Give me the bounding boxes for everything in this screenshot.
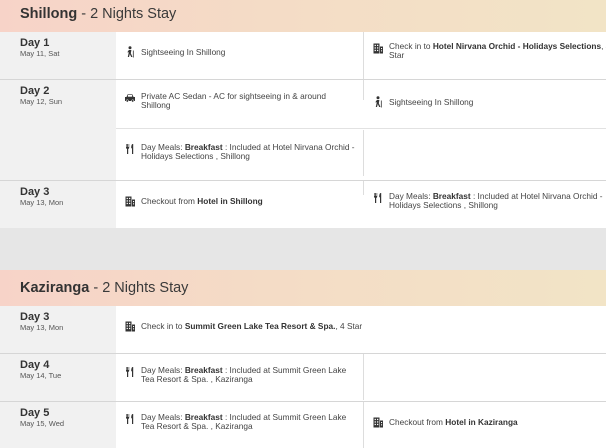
column-divider <box>363 354 364 400</box>
section-stay-duration: - 2 Nights Stay <box>93 280 189 296</box>
day-number: Day 5 <box>20 407 50 419</box>
column-divider <box>363 181 364 195</box>
day-number: Day 3 <box>20 311 50 323</box>
column-divider <box>363 32 364 79</box>
day-row: Day 4 May 14, Tue Day Meals: Breakfast :… <box>0 354 606 401</box>
day-row: Day 5 May 15, Wed Day Meals: Breakfast :… <box>0 402 606 448</box>
day-row: Day 1 May 11, Sat Sightseeing In Shillon… <box>0 32 606 79</box>
fork-knife-icon <box>126 414 134 424</box>
day-number: Day 2 <box>20 85 50 97</box>
section-spacer <box>0 228 606 274</box>
day-label-cell: Day 2 May 12, Sun <box>0 80 116 180</box>
column-divider <box>363 402 364 448</box>
day-label-cell: Day 5 May 15, Wed <box>0 402 116 448</box>
item-text: Private AC Sedan - AC for sightseeing in… <box>141 91 326 111</box>
day-date: May 15, Wed <box>20 419 65 428</box>
hotel-building-icon <box>373 43 383 54</box>
section-header-kaziranga: Kaziranga - 2 Nights Stay <box>0 270 606 306</box>
day-number: Day 1 <box>20 37 50 49</box>
item-text: Day Meals: Breakfast : Included at Hotel… <box>389 191 603 211</box>
day-date: May 13, Mon <box>20 323 64 332</box>
item-text: Checkout from Hotel in Shillong <box>141 196 263 206</box>
hiking-person-icon <box>375 96 382 108</box>
day-date: May 11, Sat <box>20 49 60 58</box>
item-text: Sightseeing In Shillong <box>389 97 474 107</box>
day-row: Day 3 May 13, Mon Checkout from Hotel in… <box>0 181 606 228</box>
day-row: Day 2 May 12, Sun Private AC Sedan - AC … <box>0 80 606 180</box>
fork-knife-icon <box>126 367 134 377</box>
hotel-building-icon <box>125 321 135 332</box>
fork-knife-icon <box>374 193 382 203</box>
day-date: May 12, Sun <box>20 97 63 106</box>
column-divider <box>363 80 364 100</box>
hotel-building-icon <box>373 417 383 428</box>
day-label-cell: Day 1 May 11, Sat <box>0 32 116 79</box>
section-header-shillong: Shillong - 2 Nights Stay <box>0 0 606 32</box>
item-text: Sightseeing In Shillong <box>141 47 226 57</box>
section-city-name: Shillong <box>20 6 78 22</box>
item-text: Day Meals: Breakfast : Included at Summi… <box>141 412 347 432</box>
day-date: May 14, Tue <box>20 371 62 380</box>
hiking-person-icon <box>127 46 134 58</box>
item-text: Check in to Hotel Nirvana Orchid - Holid… <box>389 41 606 61</box>
hotel-building-icon <box>125 196 135 207</box>
day-label-cell: Day 4 May 14, Tue <box>0 354 116 401</box>
item-text: Checkout from Hotel in Kaziranga <box>389 417 518 427</box>
car-icon <box>125 94 135 103</box>
item-divider <box>116 128 606 129</box>
day-number: Day 3 <box>20 186 50 198</box>
fork-knife-icon <box>126 144 134 154</box>
day-label-cell: Day 3 May 13, Mon <box>0 306 116 353</box>
day-date: May 13, Mon <box>20 198 64 207</box>
item-text: Day Meals: Breakfast : Included at Summi… <box>141 365 347 385</box>
day-number: Day 4 <box>20 359 50 371</box>
section-city-name: Kaziranga <box>20 280 90 296</box>
item-text: Check in to Summit Green Lake Tea Resort… <box>141 321 363 331</box>
day-label-cell: Day 3 May 13, Mon <box>0 181 116 228</box>
day-row: Day 3 May 13, Mon Check in to Summit Gre… <box>0 306 606 353</box>
section-stay-duration: - 2 Nights Stay <box>81 6 177 22</box>
item-text: Day Meals: Breakfast : Included at Hotel… <box>141 142 355 162</box>
